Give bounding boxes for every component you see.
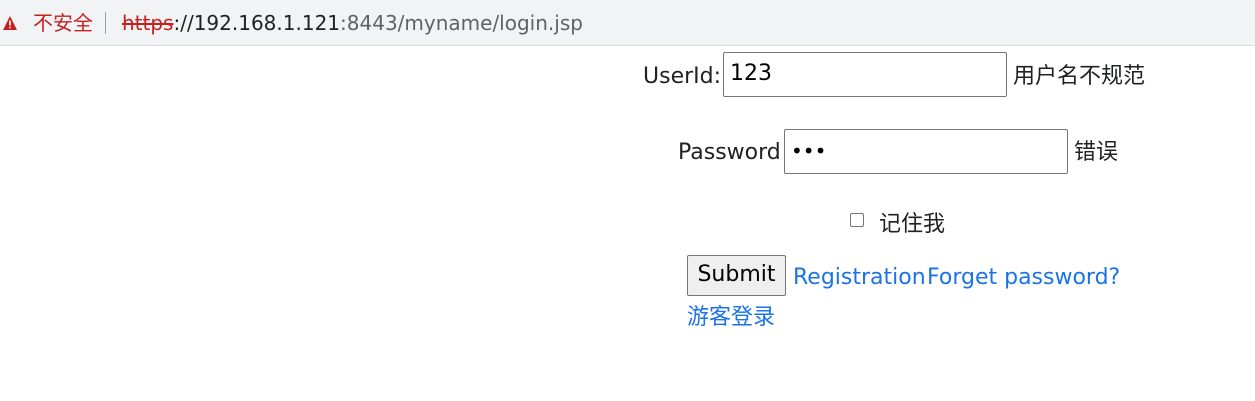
- warning-icon: [3, 16, 17, 30]
- password-error-text: 错误: [1074, 140, 1119, 165]
- submit-button[interactable]: Submit: [687, 255, 786, 296]
- password-label: Password: [678, 140, 781, 165]
- login-page: UserId: 123 用户名不规范 Password ••• 错误 记住我 S…: [0, 47, 1255, 401]
- password-input[interactable]: •••: [784, 129, 1068, 174]
- security-status-label[interactable]: 不安全: [33, 11, 93, 35]
- userid-error-text: 用户名不规范: [1013, 64, 1146, 89]
- userid-label: UserId:: [643, 64, 722, 89]
- url-text[interactable]: https://192.168.1.121:8443/myname/login.…: [122, 11, 583, 35]
- registration-link[interactable]: Registration: [793, 265, 926, 291]
- address-bar[interactable]: 不安全 https://192.168.1.121:8443/myname/lo…: [0, 0, 1255, 46]
- url-scheme: https: [122, 11, 174, 35]
- url-host: ://192.168.1.121: [173, 11, 341, 35]
- remember-me-label[interactable]: 记住我: [879, 212, 945, 238]
- address-divider: [105, 12, 106, 34]
- userid-input[interactable]: 123: [723, 52, 1007, 97]
- url-path: :8443/myname/login.jsp: [340, 11, 583, 35]
- forgot-password-link[interactable]: Forget password?: [927, 265, 1120, 291]
- guest-login-link[interactable]: 游客登录: [687, 305, 775, 331]
- remember-me-checkbox[interactable]: [850, 213, 864, 227]
